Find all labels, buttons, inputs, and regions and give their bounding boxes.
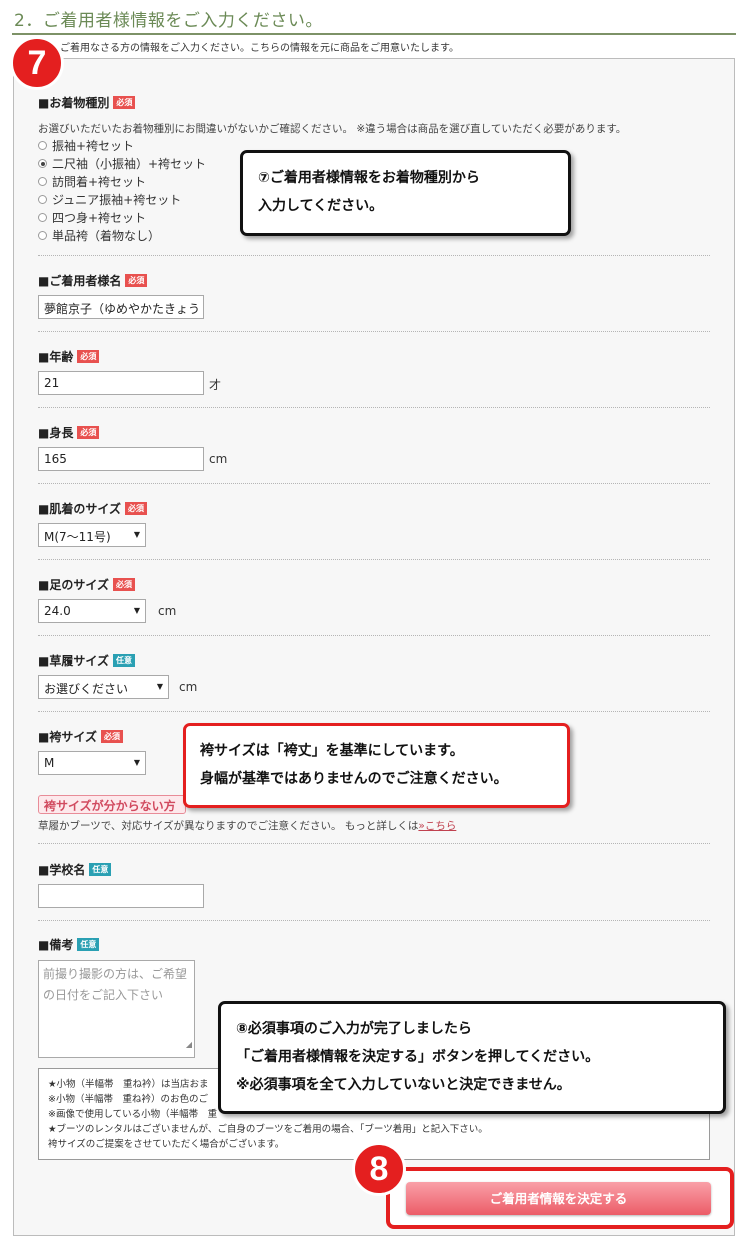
divider: [38, 483, 710, 484]
dropdown-arrow-icon: ▼: [133, 606, 140, 615]
radio-button[interactable]: [38, 195, 47, 204]
details-link[interactable]: »こちら: [418, 820, 456, 832]
callout-step-7: ⑦ご着用者様情報をお着物種別から 入力してください。: [240, 150, 571, 236]
radio-button[interactable]: [38, 141, 47, 150]
remarks-placeholder: 前撮り撮影の方は、ご希望 の日付をご記入下さい: [43, 967, 188, 1002]
underwear-size-label: ■肌着のサイズ 必須: [38, 500, 147, 517]
required-badge: 必須: [112, 578, 135, 591]
divider: [38, 711, 710, 712]
callout-text: ※必須事項を全て入力していないと決定できません。: [236, 1077, 571, 1093]
age-label: ■年齢 必須: [38, 348, 100, 365]
required-badge: 必須: [77, 426, 100, 439]
foot-size-unit: cm: [158, 604, 177, 618]
remarks-label: ■備考 任意: [38, 936, 100, 953]
radio-button[interactable]: [38, 231, 47, 240]
foot-size-select[interactable]: 24.0 ▼: [38, 599, 146, 623]
callout-text: 入力してください。: [258, 198, 384, 214]
divider: [38, 255, 710, 256]
kimono-option-furisode[interactable]: 振袖+袴セット: [38, 137, 134, 154]
wearer-name-input[interactable]: 夢館京子（ゆめやかたきょう: [38, 295, 204, 319]
divider: [38, 331, 710, 332]
section-title: 2．ご着用者様情報をご入力ください。: [14, 11, 323, 31]
divider: [38, 843, 710, 844]
underwear-size-select[interactable]: M(7〜11号) ▼: [38, 523, 146, 547]
step-8-marker: 8: [352, 1142, 406, 1196]
section-intro: ご着用なさる方の情報をご入力ください。こちらの情報を元に商品をご用意いたします。: [60, 43, 459, 54]
age-input[interactable]: 21: [38, 371, 204, 395]
hakama-size-select[interactable]: M ▼: [38, 751, 146, 775]
divider: [38, 920, 710, 921]
callout-hakama-size: 袴サイズは「袴丈」を基準にしています。 身幅が基準ではありませんのでご注意くださ…: [183, 723, 570, 808]
dropdown-arrow-icon: ▼: [133, 530, 140, 539]
title-divider: [12, 33, 736, 35]
callout-text: ⑧必須事項のご入力が完了しましたら: [236, 1021, 472, 1037]
notice-line: ★ブーツのレンタルはございませんが、ご自身のブーツをご着用の場合、「ブーツ着用」…: [48, 1124, 488, 1135]
optional-badge: 任意: [77, 938, 100, 951]
kimono-option-nishakusode[interactable]: 二尺袖（小振袖）+袴セット: [38, 155, 206, 172]
divider: [38, 407, 710, 408]
foot-size-label: ■足のサイズ 必須: [38, 576, 135, 593]
kimono-type-label: ■お着物種別 必須: [38, 94, 136, 111]
height-unit: cm: [209, 452, 228, 466]
age-unit: 才: [209, 378, 222, 392]
callout-text: 身幅が基準ではありませんのでご注意ください。: [200, 771, 508, 787]
radio-button-selected[interactable]: [38, 159, 47, 168]
zori-size-label: ■草履サイズ 任意: [38, 652, 135, 669]
zori-size-unit: cm: [179, 680, 198, 694]
dropdown-arrow-icon: ▼: [133, 758, 140, 767]
kimono-type-note: お選びいただいたお着物種別にお間違いがないかご確認ください。 ※違う場合は商品を…: [38, 123, 627, 135]
school-name-label: ■学校名 任意: [38, 861, 112, 878]
kimono-option-hakama-only[interactable]: 単品袴（着物なし）: [38, 227, 160, 244]
callout-text: 袴サイズは「袴丈」を基準にしています。: [200, 743, 464, 759]
optional-badge: 任意: [112, 654, 135, 667]
radio-button[interactable]: [38, 177, 47, 186]
hakama-size-help-button[interactable]: 袴サイズが分からない方: [38, 795, 186, 814]
optional-badge: 任意: [89, 863, 112, 876]
required-badge: 必須: [124, 502, 147, 515]
zori-size-select[interactable]: お選びください ▼: [38, 675, 169, 699]
callout-text: 「ご着用者様情報を決定する」ボタンを押してください。: [236, 1049, 600, 1065]
divider: [38, 635, 710, 636]
required-badge: 必須: [125, 274, 148, 287]
required-badge: 必須: [100, 730, 123, 743]
radio-button[interactable]: [38, 213, 47, 222]
height-input[interactable]: 165: [38, 447, 204, 471]
height-label: ■身長 必須: [38, 424, 100, 441]
step-7-marker: 7: [10, 36, 64, 90]
divider: [38, 559, 710, 560]
kimono-option-junior[interactable]: ジュニア振袖+袴セット: [38, 191, 181, 208]
hakama-size-label: ■袴サイズ 必須: [38, 728, 123, 745]
required-badge: 必須: [113, 96, 136, 109]
hakama-size-note: 草履かブーツで、対応サイズが異なりますのでご注意ください。 もっと詳しくは»こち…: [38, 820, 457, 832]
required-badge: 必須: [77, 350, 100, 363]
remarks-textarea[interactable]: 前撮り撮影の方は、ご希望 の日付をご記入下さい ◢: [38, 960, 195, 1058]
kimono-option-yotsumi[interactable]: 四つ身+袴セット: [38, 209, 146, 226]
dropdown-arrow-icon: ▼: [156, 682, 163, 691]
kimono-option-houmongi[interactable]: 訪問着+袴セット: [38, 173, 146, 190]
callout-text: ⑦ご着用者様情報をお着物種別から: [258, 170, 480, 186]
resize-handle-icon[interactable]: ◢: [186, 1034, 192, 1055]
callout-step-8: ⑧必須事項のご入力が完了しましたら 「ご着用者様情報を決定する」ボタンを押してく…: [218, 1001, 726, 1114]
submit-wearer-info-button[interactable]: ご着用者情報を決定する: [406, 1182, 711, 1215]
wearer-name-label: ■ご着用者様名 必須: [38, 272, 148, 289]
school-name-input[interactable]: [38, 884, 204, 908]
